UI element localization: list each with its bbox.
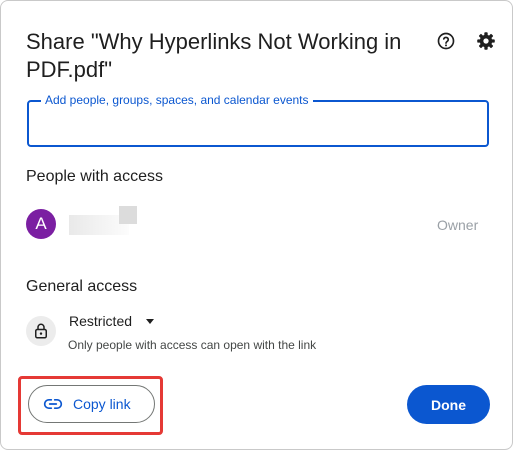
- general-access-description: Only people with access can open with th…: [68, 338, 317, 352]
- redacted-user-name: [119, 206, 137, 224]
- gear-icon: [477, 32, 495, 50]
- caret-down-icon: [146, 319, 155, 324]
- link-icon: [43, 399, 63, 409]
- general-access-dropdown[interactable]: Restricted: [69, 313, 155, 329]
- done-button[interactable]: Done: [407, 385, 490, 424]
- people-with-access-heading: People with access: [26, 168, 163, 185]
- help-button[interactable]: [434, 29, 458, 53]
- lock-icon: [35, 323, 47, 339]
- copy-link-label: Copy link: [73, 396, 131, 412]
- owner-role-label: Owner: [437, 217, 479, 233]
- help-circle-icon: [437, 32, 455, 50]
- copy-link-button[interactable]: Copy link: [28, 385, 155, 423]
- share-input-label: Add people, groups, spaces, and calendar…: [41, 93, 313, 107]
- avatar: A: [26, 209, 56, 239]
- share-people-input[interactable]: [27, 100, 489, 147]
- general-access-selected: Restricted: [69, 313, 133, 329]
- share-dialog: Share "Why Hyperlinks Not Working in PDF…: [0, 0, 513, 450]
- dialog-title: Share "Why Hyperlinks Not Working in PDF…: [26, 29, 402, 82]
- settings-button[interactable]: [474, 29, 498, 53]
- general-access-heading: General access: [26, 278, 138, 295]
- general-access-lock: [26, 316, 56, 346]
